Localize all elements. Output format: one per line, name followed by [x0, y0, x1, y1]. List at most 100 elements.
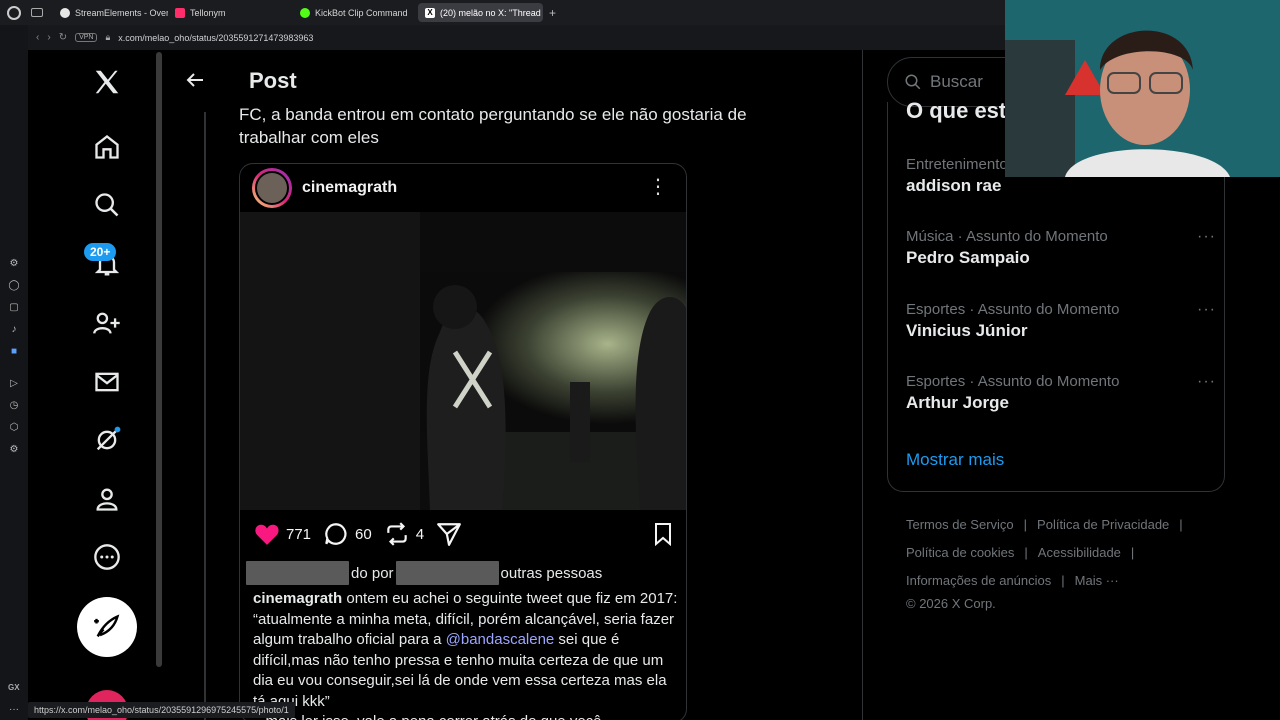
show-more-link[interactable]: Mostrar mais [906, 450, 1004, 470]
workspaces-icon[interactable] [31, 8, 43, 17]
trend-category: Esportes · Assunto do Momento [906, 301, 1120, 318]
vpn-badge[interactable]: VPN [75, 33, 98, 42]
tab-label: (20) melão no X: "Thread [440, 7, 541, 18]
app-icon[interactable]: ■ [6, 343, 22, 359]
redacted-username [246, 561, 349, 585]
more-link[interactable]: Mais ··· [1075, 573, 1119, 588]
trend-more-icon[interactable]: ··· [1197, 373, 1216, 391]
tab-tellonym[interactable]: Tellonym [168, 3, 293, 22]
link-status-bar: https://x.com/melao_oho/status/203559129… [28, 702, 295, 718]
opera-sidebar: ⚙ ◯ ▢ ♪ ■ ▷ ◷ ⬡ ⚙ ··· [0, 25, 28, 720]
kickbot-favicon-icon [300, 7, 310, 18]
back-nav-icon[interactable]: ‹ [36, 32, 39, 43]
liked-by-line: do por outras pessoas [246, 561, 602, 585]
like-action[interactable]: 771 [254, 522, 311, 546]
main-column: Post FC, a banda entrou em contato pergu… [163, 50, 863, 720]
trend-item[interactable]: Música · Assunto do Momento Pedro Sampai… [906, 228, 1216, 268]
redacted-username [395, 561, 499, 585]
home-icon[interactable] [90, 130, 124, 164]
trend-item[interactable]: Esportes · Assunto do Momento Arthur Jor… [906, 373, 1216, 413]
repost-icon [386, 522, 407, 546]
trend-item[interactable]: Esportes · Assunto do Momento Vinicius J… [906, 301, 1216, 341]
instagram-embed[interactable]: cinemagrath ⋮ 771 60 4 do por outras pes… [239, 163, 687, 720]
embed-username[interactable]: cinemagrath [302, 179, 397, 197]
tab-x-thread[interactable]: X (20) melão no X: "Thread [418, 3, 543, 22]
post-header: Post [163, 50, 862, 108]
trend-name: Pedro Sampaio [906, 248, 1030, 267]
whatsapp-icon[interactable]: ◯ [6, 277, 22, 293]
settings-icon[interactable]: ⚙ [6, 441, 22, 457]
trend-name: Vinicius Júnior [906, 321, 1028, 340]
extensions-icon[interactable]: ⬡ [6, 419, 22, 435]
explore-search-icon[interactable] [90, 188, 124, 222]
trend-more-icon[interactable]: ··· [1197, 228, 1216, 246]
streamer-webcam-image [1005, 0, 1280, 177]
liked-by-suffix: outras pessoas [500, 564, 603, 582]
comment-action[interactable]: 60 [323, 521, 372, 547]
search-icon [905, 74, 921, 90]
tab-kickbot[interactable]: KickBot Clip Command [293, 3, 418, 22]
webcam-overlay [1005, 0, 1280, 177]
tiktok-icon[interactable]: ♪ [6, 321, 22, 337]
grok-icon[interactable] [90, 423, 124, 457]
accessibility-link[interactable]: Acessibilidade [1038, 545, 1121, 560]
trend-name: Arthur Jorge [906, 393, 1009, 412]
chatgpt-icon[interactable]: ⚙ [6, 255, 22, 271]
opera-logo-icon[interactable] [7, 5, 21, 20]
more-circle-icon[interactable] [90, 540, 124, 574]
comment-count: 60 [355, 525, 372, 543]
trend-category: Música · Assunto do Momento [906, 228, 1108, 245]
footer-row-1: Termos de Serviço | Política de Privacida… [906, 517, 1183, 532]
compose-post-button[interactable] [77, 597, 137, 657]
more-options-icon[interactable]: ··· [6, 701, 22, 717]
caption-mention[interactable]: @bandascalene [446, 631, 555, 648]
liked-by-text: do por [351, 564, 394, 582]
trend-more-icon[interactable]: ··· [1197, 301, 1216, 319]
back-arrow-icon[interactable] [183, 68, 207, 97]
embed-actions: 771 60 4 [240, 510, 686, 558]
tab-label: KickBot Clip Command [315, 7, 408, 18]
lock-icon: 🔒︎ [105, 32, 111, 42]
trend-category: Esportes · Assunto do Momento [906, 373, 1120, 390]
footer-row-3: Informações de anúncios | Mais ··· [906, 573, 1119, 588]
forward-nav-icon[interactable]: › [47, 32, 50, 43]
tweet-text: FC, a banda entrou em contato perguntand… [239, 105, 747, 147]
profile-icon[interactable] [90, 482, 124, 516]
feather-icon [94, 614, 120, 638]
gx-label: GX [8, 683, 20, 692]
page-title: Post [249, 68, 297, 93]
cookies-link[interactable]: Política de cookies [906, 545, 1014, 560]
heart-filled-icon [255, 524, 279, 545]
tab-streamelements[interactable]: StreamElements - Overlay [53, 3, 168, 22]
repost-action[interactable]: 4 [384, 521, 424, 547]
footer-row-2: Política de cookies | Acessibilidade | [906, 545, 1135, 560]
instagram-icon[interactable]: ▢ [6, 299, 22, 315]
reload-icon[interactable]: ↻ [59, 32, 67, 43]
terms-link[interactable]: Termos de Serviço [906, 517, 1014, 532]
tab-label: StreamElements - Overlay [75, 7, 168, 18]
nav-scrollbar[interactable] [156, 52, 162, 667]
player-icon[interactable]: ▷ [6, 375, 22, 391]
embed-photo[interactable] [240, 212, 686, 510]
x-logo-icon[interactable] [90, 65, 124, 99]
caption-username[interactable]: cinemagrath [253, 590, 342, 607]
embed-avatar[interactable] [252, 168, 292, 208]
history-icon[interactable]: ◷ [6, 397, 22, 413]
bookmark-icon[interactable] [652, 522, 674, 550]
new-tab-icon[interactable]: + [549, 6, 556, 20]
ads-info-link[interactable]: Informações de anúncios [906, 573, 1051, 588]
follow-add-user-icon[interactable] [90, 306, 124, 340]
url-field[interactable]: x.com/melao_oho/status/20355912714739839… [118, 33, 313, 43]
caption-text-3: ...mais ler isso, vale a pena correr atr… [253, 712, 678, 720]
concert-photo-image [240, 212, 686, 510]
streamelements-favicon-icon [60, 7, 70, 18]
privacy-link[interactable]: Política de Privacidade [1037, 517, 1169, 532]
messages-envelope-icon[interactable] [90, 365, 124, 399]
embed-caption: cinemagrath ontem eu achei o seguinte tw… [253, 589, 678, 720]
copyright: © 2026 X Corp. [906, 596, 996, 611]
comment-icon [325, 523, 347, 545]
thread-connector [204, 112, 206, 720]
share-action[interactable] [436, 521, 462, 547]
more-vertical-icon[interactable]: ⋮ [648, 174, 668, 199]
x-favicon-icon: X [425, 7, 435, 18]
